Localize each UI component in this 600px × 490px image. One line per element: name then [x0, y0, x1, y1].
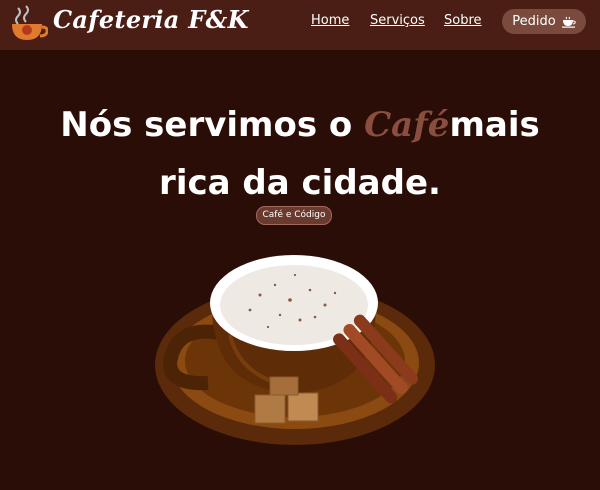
- nav-link-home[interactable]: Home: [311, 13, 349, 28]
- hero-tag: Café e Código: [256, 206, 332, 225]
- nav-link-sobre[interactable]: Sobre: [444, 13, 482, 28]
- headline-prefix: Nós servimos o: [60, 105, 365, 145]
- headline-line2: rica da cidade.: [159, 163, 441, 203]
- nav-link-servicos[interactable]: Serviços: [370, 13, 425, 28]
- coffee-cup-icon: [561, 16, 576, 28]
- headline-suffix: mais: [449, 105, 540, 145]
- order-button[interactable]: Pedido: [502, 9, 586, 34]
- coffee-cup-logo-icon: [12, 5, 48, 40]
- headline-accent: Café: [364, 105, 450, 145]
- coffee-cup-image: [155, 255, 435, 445]
- navbar: Cafeteria F&K Home Serviços Sobre Pedido: [0, 0, 600, 50]
- brand-name[interactable]: Cafeteria F&K: [53, 5, 249, 34]
- order-button-label: Pedido: [512, 14, 556, 29]
- hero-headline: Nós servimos o Cafémais rica da cidade.: [0, 96, 600, 212]
